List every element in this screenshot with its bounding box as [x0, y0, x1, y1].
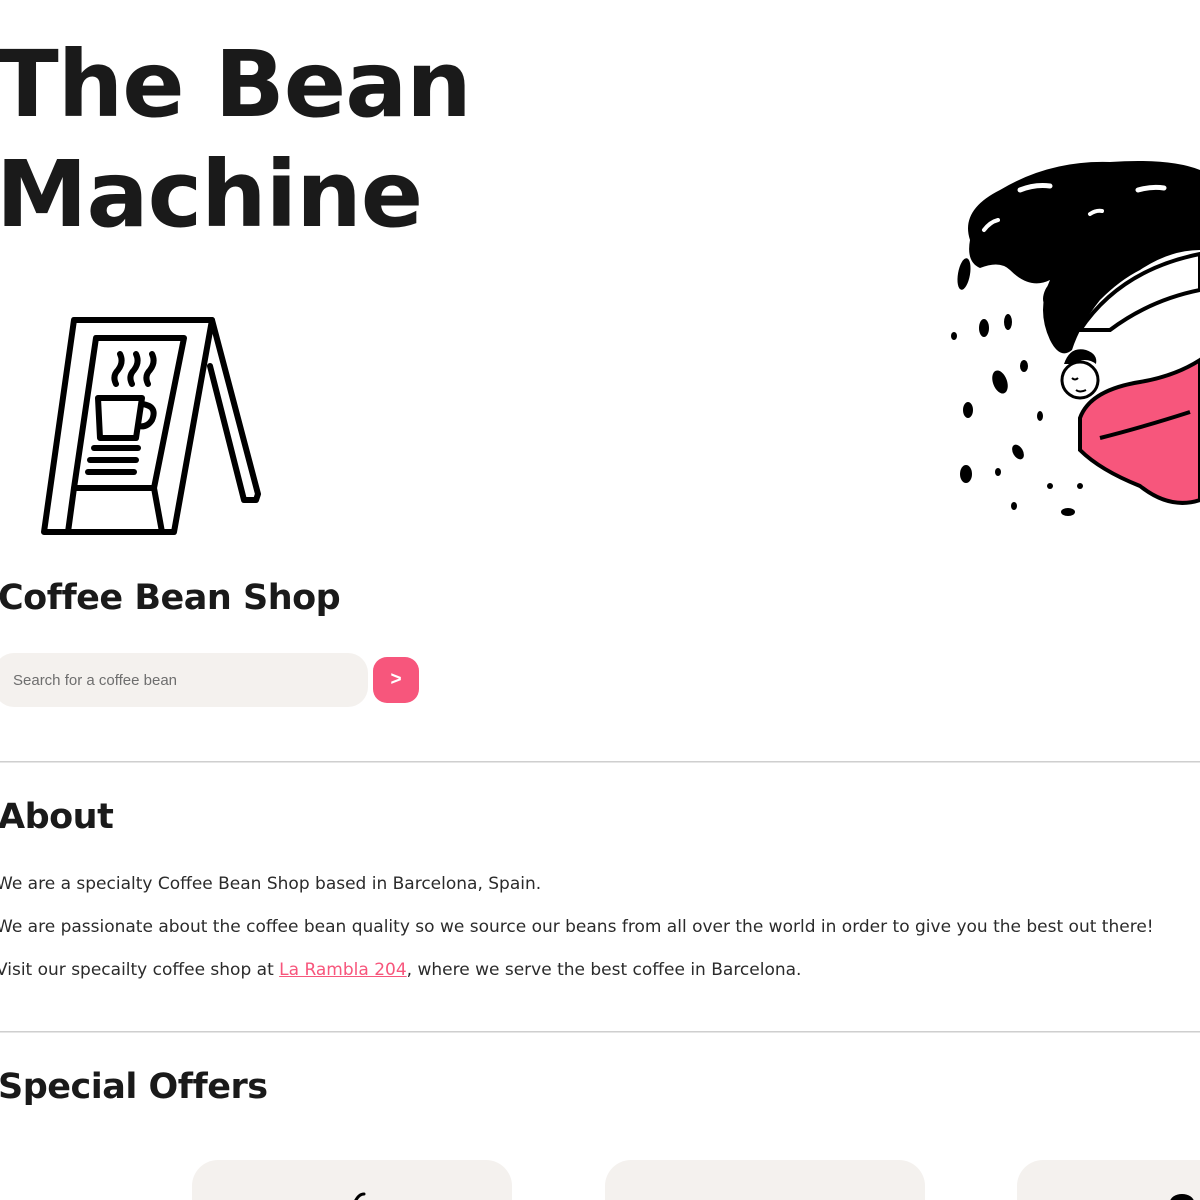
coffee-bean-icon [1170, 1194, 1194, 1200]
offer-card[interactable] [605, 1160, 925, 1200]
site-title: The Bean Machine [0, 31, 472, 248]
coffee-splash-illustration [951, 161, 1200, 516]
coffee-sign-icon [41, 317, 261, 535]
special-offers-heading: Special Offers [0, 1067, 268, 1107]
offer-card[interactable] [1017, 1160, 1200, 1200]
shop-subtitle: Coffee Bean Shop [0, 578, 341, 618]
about-paragraph-2: We are passionate about the coffee bean … [0, 917, 1154, 937]
about-heading: About [0, 797, 114, 837]
section-divider [0, 761, 1200, 763]
about-paragraph-3: Visit our specailty coffee shop at La Ra… [0, 958, 801, 982]
section-divider [0, 1031, 1200, 1033]
search-input[interactable] [0, 653, 368, 707]
about-paragraph-3-suffix: , where we serve the best coffee in Barc… [406, 960, 802, 980]
search-submit-button[interactable]: > [373, 657, 419, 703]
about-paragraph-1: We are a specialty Coffee Bean Shop base… [0, 874, 542, 894]
offer-card[interactable] [192, 1160, 512, 1200]
about-paragraph-3-prefix: Visit our specailty coffee shop at [0, 960, 274, 980]
shop-address-link[interactable]: La Rambla 204 [279, 960, 407, 980]
page: The Bean Machine Coffee Bean Shop Search… [0, 0, 1200, 1200]
coffee-bean-icon [354, 1192, 366, 1200]
